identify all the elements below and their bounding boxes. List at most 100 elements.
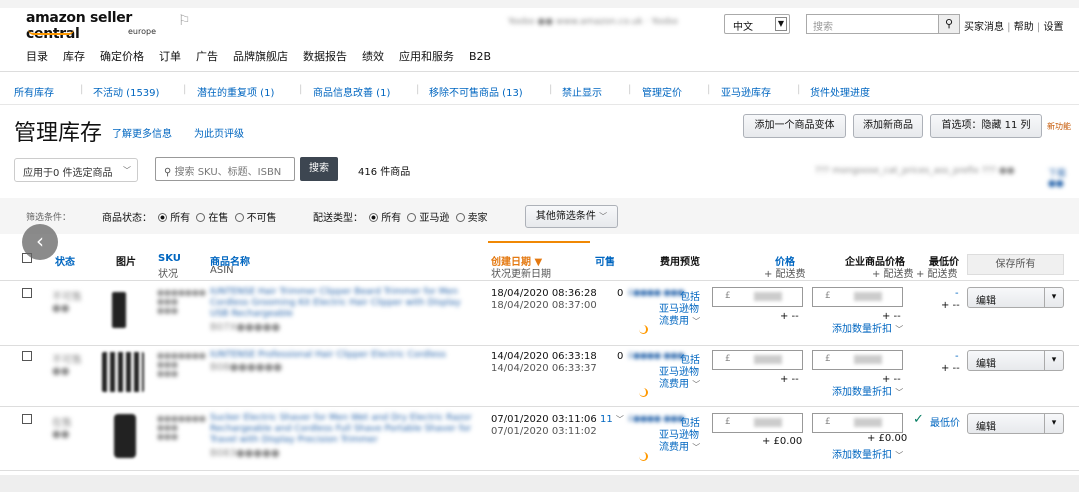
help-link[interactable]: 帮助 [1014,22,1034,33]
search-icon: ⚲ [164,167,172,178]
nav-pricing[interactable]: 确定价格 [100,50,144,63]
col-status[interactable]: 状态 [55,253,75,268]
subnav-remove-unfulfillable[interactable]: 移除不可售商品 (13) [429,84,523,99]
business-price-input[interactable]: £ [812,350,903,370]
chevron-down-icon[interactable]: ▾ [1044,288,1063,307]
language-select[interactable]: 中文 ▼ [724,14,790,34]
subnav-all-inventory[interactable]: 所有库存 [14,84,54,99]
subnav-separator: | [707,84,711,95]
nav-performance[interactable]: 绩效 [362,50,384,63]
bulk-action-select[interactable]: 应用于0 件选定商品 ﹀ [14,158,138,182]
status-inactive-radio[interactable] [234,213,244,222]
chevron-down-icon[interactable]: ▾ [1044,414,1063,433]
subnav-amazon-inventory[interactable]: 亚马逊库存 [721,84,771,99]
add-product-button[interactable]: 添加新商品 [853,114,923,138]
nav-reports[interactable]: 数据报告 [303,50,347,63]
status-all-radio[interactable] [158,213,168,222]
row-available[interactable]: 11 ﹀ [600,414,624,425]
status-inactive-label[interactable]: 不可售 [247,213,277,224]
new-feature-badge: 新功能 [1047,122,1071,131]
ship-amazon-label[interactable]: 亚马逊 [419,213,449,224]
business-price-input[interactable]: £ [812,287,903,307]
price-value [754,355,782,364]
currency-symbol: £ [725,291,731,301]
subnav-inactive[interactable]: 不活动 (1539) [93,84,159,99]
nav-catalog[interactable]: 目录 [26,50,48,63]
subnav-shipment-progress[interactable]: 货件处理进度 [810,84,870,99]
status-all-label[interactable]: 所有 [170,213,190,224]
more-filters-button[interactable]: 其他筛选条件 ﹀ [525,205,618,228]
col-available[interactable]: 可售 [595,253,615,268]
price-input[interactable]: £ [712,413,803,433]
row-checkbox[interactable] [22,414,32,424]
subnav-separator: | [549,84,553,95]
edit-button[interactable]: 编辑 ▾ [967,287,1064,308]
chevron-down-icon[interactable]: ▾ [1044,351,1063,370]
row-min-price[interactable]: - [955,351,959,362]
search-icon[interactable]: ⚲ [938,14,960,34]
add-variant-button[interactable]: 添加一个商品变体 [743,114,846,138]
status-active-radio[interactable] [196,213,206,222]
account-info[interactable]: Yoobo ●● www.amazon.co.uk · Yoobo [508,17,716,29]
nav-b2b[interactable]: B2B [469,50,491,63]
quantity-discount-link[interactable]: 添加数量折扣 ﹀ [832,383,903,398]
ship-seller-label[interactable]: 卖家 [468,213,488,224]
currency-symbol: £ [825,417,831,427]
row-fee-flow-label: 流费用 [659,316,689,327]
edit-button[interactable]: 编辑 ▾ [967,413,1064,434]
product-image[interactable] [102,352,144,392]
learn-more-link[interactable]: 了解更多信息 [112,125,172,140]
col-sku[interactable]: SKU [158,253,181,264]
price-input[interactable]: £ [712,287,803,307]
row-checkbox[interactable] [22,351,32,361]
row-min-price[interactable]: 最低价 [930,414,960,429]
col-business-price-sub: + 配送费 [872,269,914,280]
seller-central-logo[interactable]: amazon seller central europe [26,10,156,44]
row-fee-flow[interactable]: 流费用 ﹀ [659,438,700,453]
row-checkbox[interactable] [22,288,32,298]
chevron-left-icon[interactable]: ‹ [22,224,58,260]
sku-search-input[interactable]: ⚲ 搜索 SKU、标题、ISBN [155,157,295,181]
rate-page-link[interactable]: 为此页评级 [194,125,244,140]
col-sku-sub: 状况 [158,269,178,280]
status-active-label[interactable]: 在售 [208,213,228,224]
subnav-duplicates[interactable]: 潜在的重复项 (1) [197,84,274,99]
row-fee-flow[interactable]: 流费用 ﹀ [659,375,700,390]
ship-all-radio[interactable] [369,213,379,222]
sku-search-button[interactable]: 搜索 [300,157,338,181]
ship-seller-radio[interactable] [455,213,465,222]
buyer-messages-link[interactable]: 买家消息 [964,22,1004,33]
download-link[interactable]: 下载 ●● [1048,166,1079,189]
flag-icon[interactable]: ⚐ [178,13,191,29]
global-search-input[interactable]: 搜索 [806,14,938,34]
business-price-value [854,418,882,427]
settings-link[interactable]: 设置 [1043,22,1063,33]
nav-inventory[interactable]: 库存 [63,50,85,63]
subnav-manage-pricing[interactable]: 管理定价 [642,84,682,99]
preferences-button[interactable]: 首选项：隐藏 11 列 [930,114,1042,138]
quantity-discount-link[interactable]: 添加数量折扣 ﹀ [832,320,903,335]
chevron-down-icon: ▼ [775,17,787,31]
row-product-name[interactable]: IUNTENSE Professional Hair Clipper Elect… [210,350,478,360]
nav-apps[interactable]: 应用和服务 [399,50,454,63]
price-input[interactable]: £ [712,350,803,370]
product-image[interactable] [112,292,126,328]
edit-button[interactable]: 编辑 ▾ [967,350,1064,371]
row-product-name[interactable]: IUNTENSE Hair Trimmer Clipper Beard Trim… [210,287,478,320]
row-fee-flow[interactable]: 流费用 ﹀ [659,312,700,327]
subnav-suppressed[interactable]: 禁止显示 [562,84,602,99]
nav-advertising[interactable]: 广告 [196,50,218,63]
subnav-improve-listings[interactable]: 商品信息改善 (1) [313,84,390,99]
nav-orders[interactable]: 订单 [159,50,181,63]
product-image[interactable] [114,414,136,458]
row-product-name[interactable]: Sucker Electric Shaver for Men Wet and D… [210,413,478,446]
price-shipping: + -- [780,311,799,322]
business-price-input[interactable]: £ [812,413,903,433]
ship-amazon-radio[interactable] [407,213,417,222]
nav-stores[interactable]: 品牌旗舰店 [233,50,288,63]
quantity-discount-link[interactable]: 添加数量折扣 ﹀ [832,446,903,461]
save-all-button[interactable]: 保存所有 [967,254,1064,275]
row-min-price[interactable]: - [955,288,959,299]
currency-symbol: £ [825,291,831,301]
ship-all-label[interactable]: 所有 [381,213,401,224]
